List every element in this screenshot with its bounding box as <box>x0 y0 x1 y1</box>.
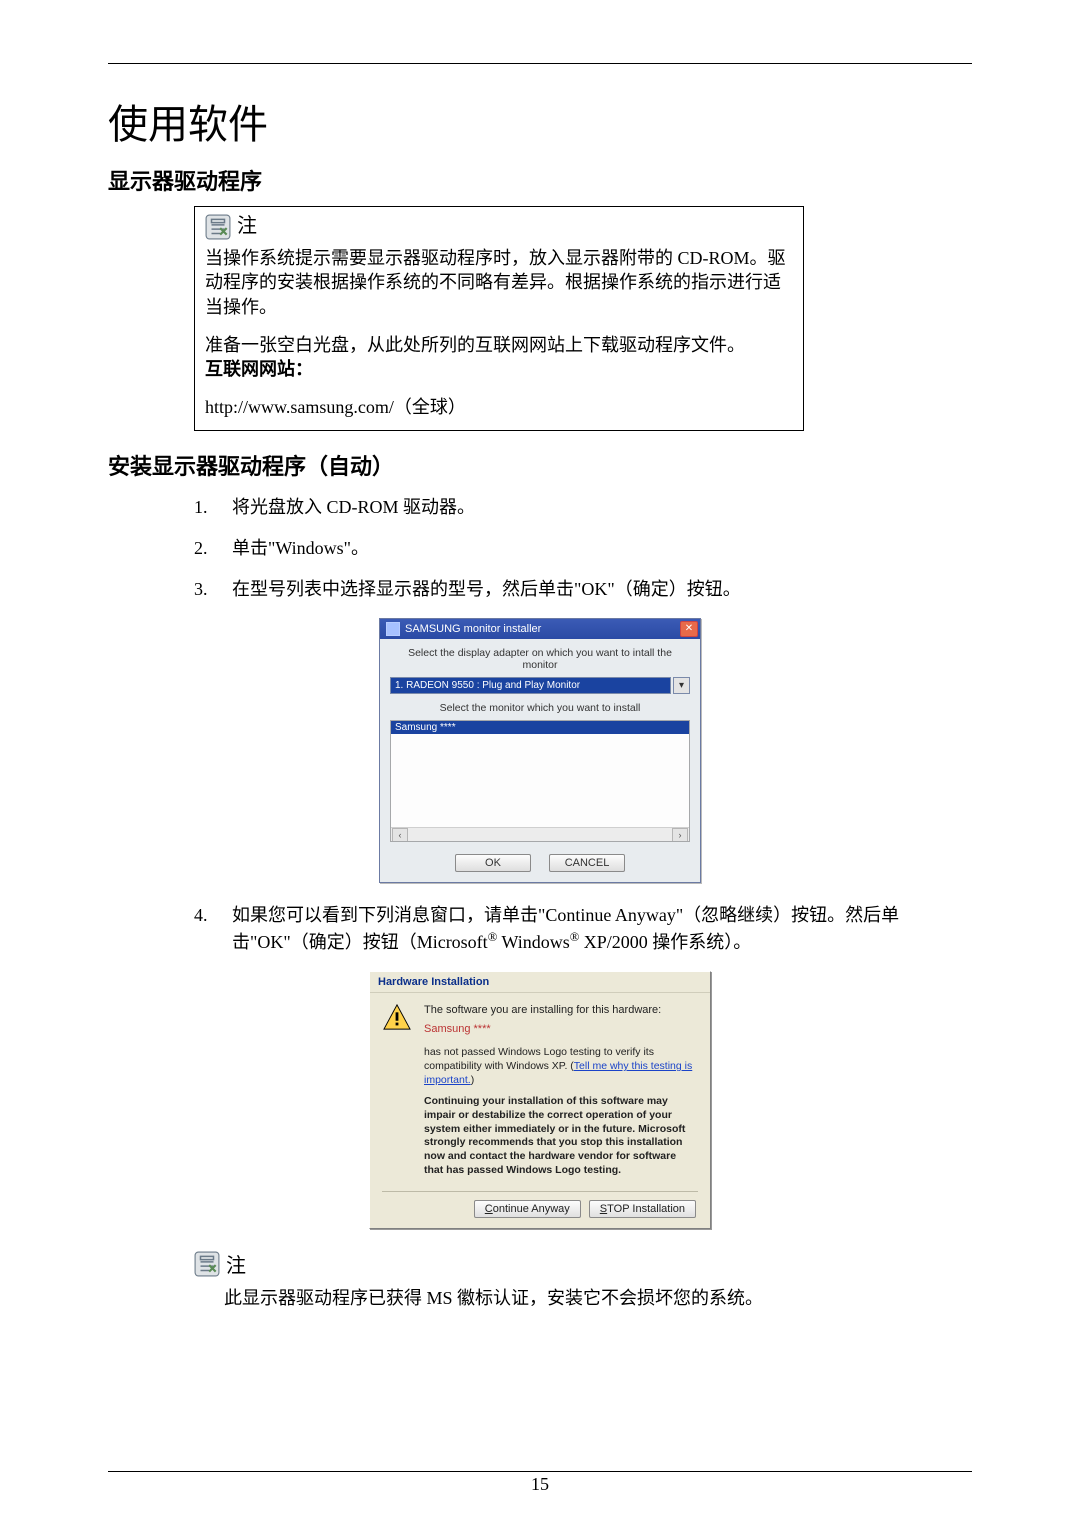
step-text-4: 如果您可以看到下列消息窗口，请单击"Continue Anyway"（忽略继续）… <box>232 903 972 954</box>
installer-instruction-1: Select the display adapter on which you … <box>390 647 690 671</box>
monitor-selected-item[interactable]: Samsung **** <box>391 721 689 734</box>
adapter-dropdown[interactable]: 1. RADEON 9550 : Plug and Play Monitor <box>390 677 671 694</box>
close-icon[interactable]: ✕ <box>680 621 698 637</box>
window-icon <box>386 622 400 636</box>
ok-button[interactable]: OK <box>455 854 531 872</box>
note-icon <box>205 214 231 240</box>
warning-icon <box>382 1003 412 1031</box>
warning-device-name: Samsung **** <box>424 1022 698 1037</box>
step-text-3: 在型号列表中选择显示器的型号，然后单击"OK"（确定）按钮。 <box>232 577 741 602</box>
monitor-listbox[interactable]: Samsung **** ‹ › <box>390 720 690 842</box>
step-text-2: 单击"Windows"。 <box>232 536 369 561</box>
note-internet-label: 互联网网站： <box>205 359 313 379</box>
installer-instruction-2: Select the monitor which you want to ins… <box>390 702 690 714</box>
continue-anyway-button[interactable]: Continue Anyway <box>474 1200 581 1218</box>
footer-note-text: 此显示器驱动程序已获得 MS 徽标认证，安装它不会损坏您的系统。 <box>224 1284 972 1310</box>
step-number-1: 1. <box>194 495 214 520</box>
warning-line-2: has not passed Windows Logo testing to v… <box>424 1046 698 1087</box>
hardware-warning-dialog: Hardware Installation The software you a… <box>369 971 711 1229</box>
installer-title: SAMSUNG monitor installer <box>405 623 541 635</box>
note-box: 注 当操作系统提示需要显示器驱动程序时，放入显示器附带的 CD-ROM。驱动程序… <box>194 206 804 431</box>
stop-installation-button[interactable]: STOP Installation <box>589 1200 696 1218</box>
horizontal-scrollbar[interactable]: ‹ › <box>391 827 689 841</box>
note-icon <box>194 1251 220 1277</box>
warning-title: Hardware Installation <box>370 972 710 993</box>
step-text-1: 将光盘放入 CD-ROM 驱动器。 <box>232 495 475 520</box>
warning-bold-block: Continuing your installation of this sof… <box>424 1095 698 1177</box>
scroll-right-icon[interactable]: › <box>672 828 688 842</box>
warning-line-1: The software you are installing for this… <box>424 1003 698 1018</box>
step-number-2: 2. <box>194 536 214 561</box>
note-paragraph-1: 当操作系统提示需要显示器驱动程序时，放入显示器附带的 CD-ROM。驱动程序的安… <box>205 246 793 319</box>
top-rule <box>108 63 972 64</box>
footer-note-label: 注 <box>226 1249 246 1278</box>
bottom-rule <box>108 1471 972 1472</box>
installer-dialog: SAMSUNG monitor installer ✕ Select the d… <box>379 618 701 883</box>
note-paragraph-2: 准备一张空白光盘，从此处所列的互联网网站上下载驱动程序文件。 <box>205 333 793 357</box>
step-number-4: 4. <box>194 903 214 954</box>
section-monitor-driver: 显示器驱动程序 <box>108 164 972 196</box>
scroll-left-icon[interactable]: ‹ <box>392 828 408 842</box>
page-title: 使用软件 <box>108 92 972 150</box>
chevron-down-icon[interactable]: ▾ <box>673 677 690 694</box>
step-number-3: 3. <box>194 577 214 602</box>
page-number: 15 <box>0 1474 1080 1495</box>
note-label: 注 <box>237 213 257 240</box>
cancel-button[interactable]: CANCEL <box>549 854 625 872</box>
note-url: http://www.samsung.com/（全球） <box>205 395 793 419</box>
section-install-auto: 安装显示器驱动程序（自动） <box>108 449 972 481</box>
